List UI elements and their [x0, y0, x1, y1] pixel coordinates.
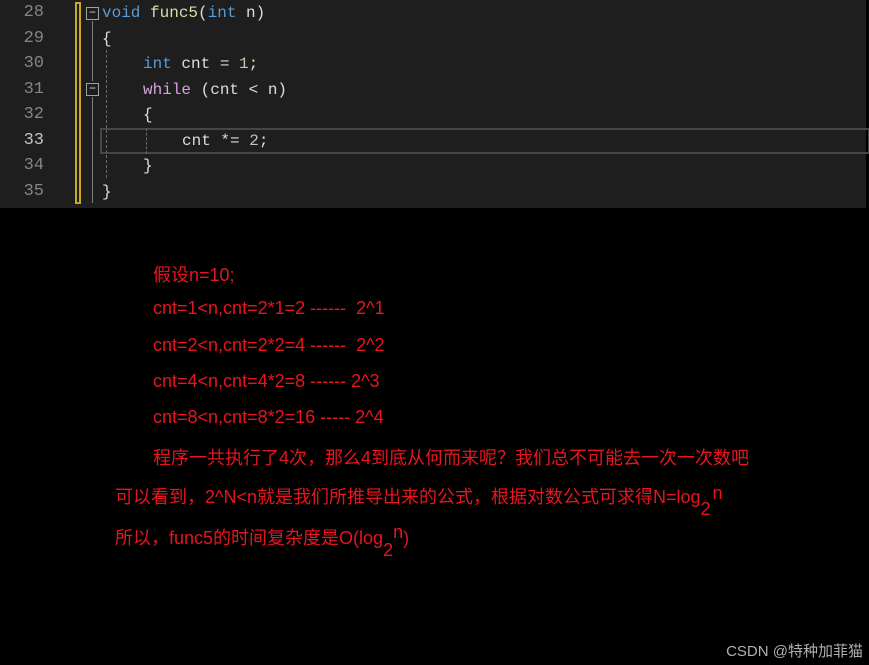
- code-text: cnt =: [171, 55, 240, 73]
- note-line: 程序一共执行了4次，那么4到底从何而来呢？我们总不可能去一次一次数吧: [153, 448, 750, 468]
- line-number-current: 33: [23, 131, 44, 150]
- code-line[interactable]: {: [143, 106, 153, 124]
- code-line[interactable]: while (cnt < n): [143, 81, 287, 99]
- keyword: int: [143, 55, 172, 73]
- collapse-icon[interactable]: −: [86, 7, 99, 20]
- superscript: n: [393, 522, 404, 542]
- line-number: 32: [23, 105, 44, 124]
- note-line: 假设n=10;: [153, 265, 235, 285]
- note-line: 所以，func5的时间复杂度是O(log2n): [115, 522, 410, 560]
- note-line: cnt=1<n,cnt=2*1=2 ------ 2^1: [153, 298, 385, 318]
- note-text: ): [403, 528, 410, 548]
- semicolon: ;: [258, 132, 269, 150]
- number: 2: [249, 132, 259, 150]
- note-text: 可以看到，2^N<n就是我们所推导出来的公式，根据对数公式可求得N=log: [115, 487, 701, 507]
- line-number: 28: [23, 3, 44, 22]
- code-line[interactable]: {: [102, 30, 112, 48]
- indent-guide: [106, 50, 107, 178]
- function-name: func5: [150, 4, 199, 22]
- line-number: 34: [23, 156, 44, 175]
- param: n): [236, 4, 266, 22]
- code-line[interactable]: }: [143, 157, 153, 175]
- code-editor: − − 28 29 30 31 32 33 34 35 void func5(i…: [0, 0, 869, 208]
- note-line: cnt=8<n,cnt=8*2=16 ----- 2^4: [153, 407, 384, 427]
- line-number: 31: [23, 80, 44, 99]
- code-text: cnt *=: [182, 132, 250, 150]
- code-line-current[interactable]: cnt *= 2;: [182, 132, 268, 150]
- note-line: cnt=2<n,cnt=2*2=4 ------ 2^2: [153, 335, 385, 355]
- change-indicator: [75, 2, 81, 204]
- code-line[interactable]: void func5(int n): [102, 4, 265, 22]
- subscript: 2: [700, 499, 711, 519]
- note-text: 所以，func5的时间复杂度是O(log: [115, 528, 384, 548]
- code-line[interactable]: }: [102, 183, 112, 201]
- line-number: 30: [23, 54, 44, 73]
- paren: (: [198, 4, 208, 22]
- indent-guide: [146, 128, 147, 154]
- code-line[interactable]: int cnt = 1;: [143, 55, 258, 73]
- keyword: while: [143, 81, 192, 99]
- keyword: void: [102, 4, 141, 22]
- number: 1: [239, 55, 249, 73]
- collapse-icon[interactable]: −: [86, 83, 99, 96]
- superscript: n: [712, 483, 723, 503]
- fold-guide: [92, 21, 93, 81]
- line-number: 35: [23, 182, 44, 201]
- line-number: 29: [23, 29, 44, 48]
- note-line: cnt=4<n,cnt=4*2=8 ------ 2^3: [153, 371, 380, 391]
- code-text: (cnt < n): [191, 81, 288, 99]
- note-line: 可以看到，2^N<n就是我们所推导出来的公式，根据对数公式可求得N=log2n: [115, 483, 723, 519]
- keyword: int: [207, 4, 237, 22]
- fold-guide: [92, 97, 93, 203]
- watermark: CSDN @特种加菲猫: [726, 643, 863, 660]
- subscript: 2: [383, 540, 394, 560]
- semicolon: ;: [248, 55, 259, 73]
